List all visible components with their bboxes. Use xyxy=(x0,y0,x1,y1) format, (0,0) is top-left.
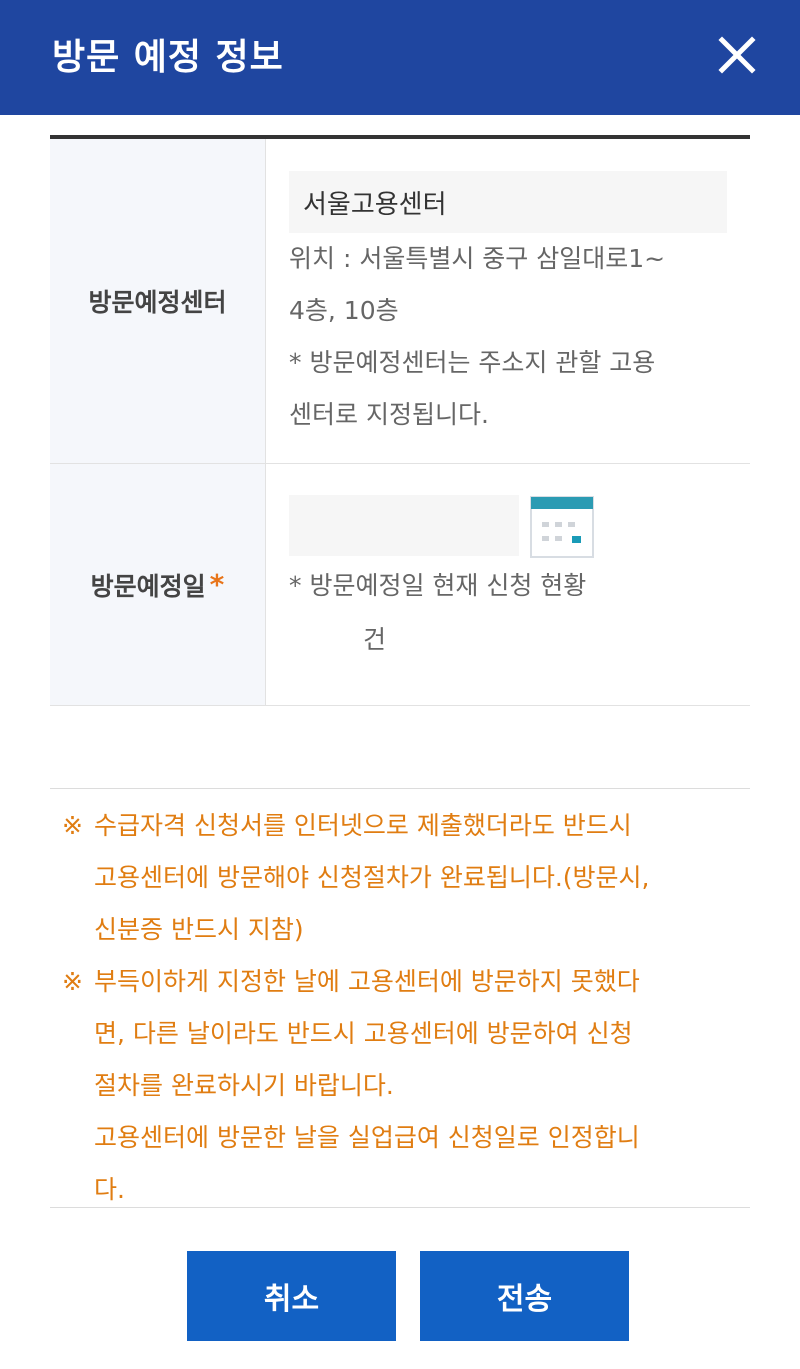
close-icon xyxy=(718,36,756,74)
dialog-header: 방문 예정 정보 xyxy=(0,0,800,115)
notice-item: ※ 수급자격 신청서를 인터넷으로 제출했더라도 반드시 고용센터에 방문해야 … xyxy=(62,800,762,956)
notice-mark: ※ xyxy=(62,811,83,840)
date-cell: * 방문예정일 현재 신청 현황 건 xyxy=(266,464,750,705)
center-location-line2: 4층, 10층 xyxy=(289,296,399,325)
center-row: 방문예정센터 서울고용센터 위치 : 서울특별시 중구 삼일대로1~ 4층, 1… xyxy=(50,139,750,464)
center-note-line2: 센터로 지정됩니다. xyxy=(289,400,489,429)
notice-line: 신분증 반드시 지참) xyxy=(94,915,304,944)
center-label: 방문예정센터 xyxy=(50,139,266,463)
application-status-text: * 방문예정일 현재 신청 현황 xyxy=(289,571,587,600)
notice-line: 부득이하게 지정한 날에 고용센터에 방문하지 못했다 xyxy=(94,967,640,996)
close-button[interactable] xyxy=(712,30,762,80)
visit-info-table: 방문예정센터 서울고용센터 위치 : 서울특별시 중구 삼일대로1~ 4층, 1… xyxy=(50,135,750,706)
notice-line: 고용센터에 방문한 날을 실업급여 신청일로 인정합니 xyxy=(94,1123,640,1152)
notice-mark: ※ xyxy=(62,967,83,996)
notice-line: 절차를 완료하시기 바랍니다. xyxy=(94,1071,394,1100)
date-row: 방문예정일 * * 방문예정일 현재 신청 현황 건 xyxy=(50,464,750,706)
calendar-button[interactable] xyxy=(530,496,594,558)
center-location-line1: 위치 : 서울특별시 중구 삼일대로1~ xyxy=(289,244,666,273)
calendar-icon xyxy=(530,496,594,558)
required-mark: * xyxy=(209,568,225,601)
notice-line: 고용센터에 방문해야 신청절차가 완료됩니다.(방문시, xyxy=(94,863,650,892)
center-value-field: 서울고용센터 xyxy=(289,171,727,233)
notice-section: ※ 수급자격 신청서를 인터넷으로 제출했더라도 반드시 고용센터에 방문해야 … xyxy=(62,800,762,1216)
notice-line: 수급자격 신청서를 인터넷으로 제출했더라도 반드시 xyxy=(94,811,632,840)
center-note-line1: * 방문예정센터는 주소지 관할 고용 xyxy=(289,348,656,377)
dialog-title: 방문 예정 정보 xyxy=(52,37,284,78)
notice-bottom-divider xyxy=(50,1207,750,1208)
notice-top-divider xyxy=(50,788,750,789)
notice-item: ※ 부득이하게 지정한 날에 고용센터에 방문하지 못했다 면, 다른 날이라도… xyxy=(62,956,762,1216)
cancel-button[interactable]: 취소 xyxy=(187,1251,396,1341)
date-label: 방문예정일 * xyxy=(50,464,266,705)
notice-line: 다. xyxy=(94,1175,125,1204)
application-count-unit: 건 xyxy=(363,625,387,654)
notice-line: 면, 다른 날이라도 반드시 고용센터에 방문하여 신청 xyxy=(94,1019,633,1048)
send-button[interactable]: 전송 xyxy=(420,1251,629,1341)
center-cell: 서울고용센터 위치 : 서울특별시 중구 삼일대로1~ 4층, 10층 * 방문… xyxy=(266,139,750,463)
visit-date-input[interactable] xyxy=(289,495,519,556)
